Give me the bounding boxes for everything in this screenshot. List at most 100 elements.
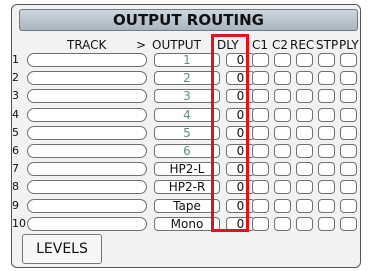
panel-title: OUTPUT ROUTING [19,9,358,31]
rec-toggle[interactable] [296,71,313,85]
c2-toggle[interactable] [274,199,291,213]
c1-toggle[interactable] [252,108,269,122]
output-select-field[interactable]: 1 [154,53,220,67]
delay-value-field[interactable]: 0 [226,89,255,103]
ply-toggle[interactable] [340,53,357,67]
row-number: 10 [12,217,26,230]
rec-toggle[interactable] [296,180,313,194]
delay-value-field[interactable]: 0 [226,126,255,140]
c2-toggle[interactable] [274,53,291,67]
delay-value-field[interactable]: 0 [226,180,255,194]
track-select-field[interactable] [27,108,147,122]
delay-value-field[interactable]: 0 [226,108,255,122]
delay-value-field[interactable]: 0 [226,217,255,231]
c1-column-header: C1 [252,38,269,52]
row-number: 3 [12,89,19,102]
track-select-field[interactable] [27,144,147,158]
ply-toggle[interactable] [340,180,357,194]
stp-toggle[interactable] [318,144,335,158]
c2-toggle[interactable] [274,89,291,103]
c2-toggle[interactable] [274,126,291,140]
c2-toggle[interactable] [274,162,291,176]
c1-toggle[interactable] [252,180,269,194]
output-routing-panel: OUTPUT ROUTING TRACK > OUTPUT DLY C1 C2 … [11,4,361,268]
row-number: 9 [12,199,19,212]
output-select-field[interactable]: 2 [154,71,220,85]
row-number: 8 [12,180,19,193]
delay-value-field[interactable]: 0 [226,53,255,67]
row-number: 1 [12,53,19,66]
ply-toggle[interactable] [340,217,357,231]
c1-toggle[interactable] [252,199,269,213]
output-select-field[interactable]: HP2-R [154,180,220,194]
delay-value-field[interactable]: 0 [226,71,255,85]
dly-column-header: DLY [217,38,239,52]
c1-toggle[interactable] [252,71,269,85]
delay-value-field[interactable]: 0 [226,144,255,158]
output-select-field[interactable]: 3 [154,89,220,103]
track-select-field[interactable] [27,71,147,85]
track-select-field[interactable] [27,217,147,231]
stp-toggle[interactable] [318,180,335,194]
stp-toggle[interactable] [318,162,335,176]
stp-toggle[interactable] [318,126,335,140]
output-column-header: OUTPUT [152,38,201,52]
row-number: 7 [12,162,19,175]
c1-toggle[interactable] [252,162,269,176]
ply-toggle[interactable] [340,71,357,85]
c1-toggle[interactable] [252,89,269,103]
c1-toggle[interactable] [252,217,269,231]
track-select-field[interactable] [27,180,147,194]
track-select-field[interactable] [27,199,147,213]
track-select-field[interactable] [27,89,147,103]
stp-toggle[interactable] [318,89,335,103]
row-number: 6 [12,144,19,157]
track-column-header: TRACK [67,38,107,52]
delay-value-field[interactable]: 0 [226,162,255,176]
rec-toggle[interactable] [296,108,313,122]
stp-toggle[interactable] [318,108,335,122]
c1-toggle[interactable] [252,53,269,67]
rec-toggle[interactable] [296,162,313,176]
stp-toggle[interactable] [318,71,335,85]
ply-toggle[interactable] [340,144,357,158]
row-number: 4 [12,108,19,121]
output-select-field[interactable]: Tape [154,199,220,213]
output-select-field[interactable]: 4 [154,108,220,122]
c1-toggle[interactable] [252,126,269,140]
arrow-column-header: > [136,38,147,52]
c2-toggle[interactable] [274,108,291,122]
c2-toggle[interactable] [274,144,291,158]
row-number: 2 [12,71,19,84]
c2-toggle[interactable] [274,180,291,194]
rec-toggle[interactable] [296,53,313,67]
track-select-field[interactable] [27,53,147,67]
ply-column-header: PLY [339,38,359,52]
c2-column-header: C2 [272,38,289,52]
ply-toggle[interactable] [340,162,357,176]
track-select-field[interactable] [27,126,147,140]
delay-value-field[interactable]: 0 [226,199,255,213]
ply-toggle[interactable] [340,199,357,213]
stp-toggle[interactable] [318,199,335,213]
output-select-field[interactable]: 6 [154,144,220,158]
c2-toggle[interactable] [274,217,291,231]
stp-toggle[interactable] [318,217,335,231]
c1-toggle[interactable] [252,144,269,158]
rec-toggle[interactable] [296,217,313,231]
track-select-field[interactable] [27,162,147,176]
ply-toggle[interactable] [340,108,357,122]
rec-column-header: REC [290,38,315,52]
rec-toggle[interactable] [296,89,313,103]
ply-toggle[interactable] [340,89,357,103]
c2-toggle[interactable] [274,71,291,85]
output-select-field[interactable]: HP2-L [154,162,220,176]
rec-toggle[interactable] [296,126,313,140]
output-select-field[interactable]: Mono [154,217,220,231]
levels-button[interactable]: LEVELS [22,234,102,264]
rec-toggle[interactable] [296,199,313,213]
ply-toggle[interactable] [340,126,357,140]
rec-toggle[interactable] [296,144,313,158]
output-select-field[interactable]: 5 [154,126,220,140]
stp-toggle[interactable] [318,53,335,67]
